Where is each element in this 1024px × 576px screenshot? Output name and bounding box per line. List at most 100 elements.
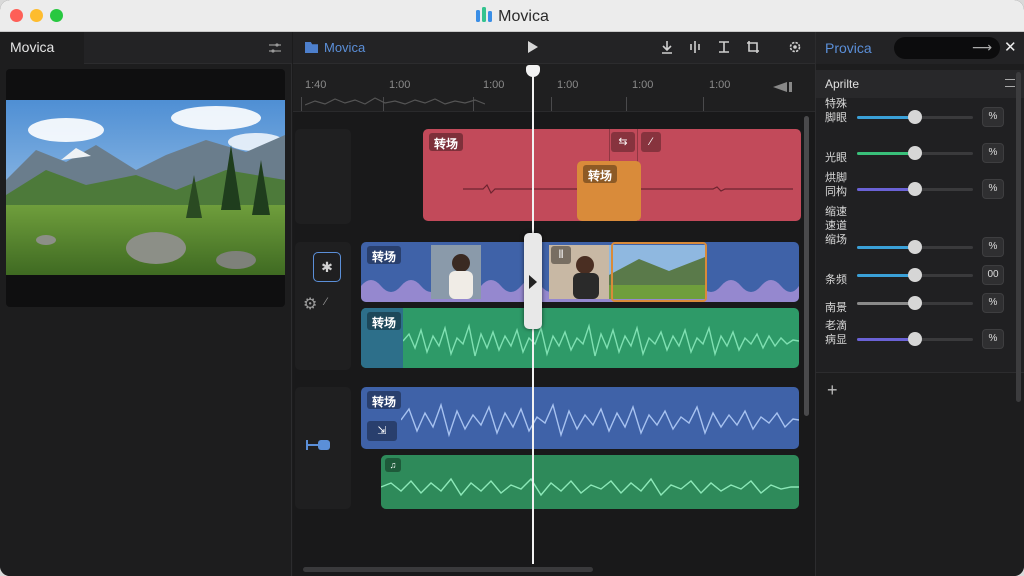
audio-waveform [401,402,799,438]
parameter-list: 特殊 脚眼% 光眼% 烘脚 同构% 缩速 速道 缩场% 条频 00 南景% 老滴 病显% [816,98,1024,372]
parameter-label: 特殊 [825,98,847,110]
ruler-label: 1:00 [632,79,654,91]
slider-fill [857,188,915,191]
unit-toggle-button[interactable]: % [982,329,1004,349]
slider-fill [857,246,915,249]
parameter-label: 速道 [825,220,847,232]
download-icon[interactable] [659,39,675,55]
unit-toggle-button[interactable]: 00 [982,265,1004,285]
clip-effect-icon[interactable]: ⇲ [367,421,397,441]
track-link-icon[interactable]: ⁄ [325,296,327,308]
play-button[interactable] [527,40,539,54]
media-panel-header: Movica [0,32,292,64]
audio-clip-green-2[interactable]: ♫ [381,455,799,509]
ruler-tick [551,97,552,111]
slider-knob[interactable] [908,182,922,196]
playhead-grip-icon [529,275,537,289]
timeline-horizontal-scrollbar[interactable] [303,567,593,572]
ruler-end-icon[interactable] [773,82,797,92]
ruler-tick [301,97,302,111]
track-effects-icon[interactable]: ✱ [313,252,341,282]
slider-knob[interactable] [908,240,922,254]
ruler-label: 1:00 [709,79,731,91]
preview-viewer[interactable] [6,69,285,307]
parameter-slider[interactable] [857,332,973,346]
ruler-tick [703,97,704,111]
track-fader-icon[interactable] [305,437,333,453]
slider-knob[interactable] [908,268,922,282]
clip-audio-icon[interactable]: ⫴ [551,246,571,264]
title-bar: Movica [0,0,1024,32]
audio-clip-green[interactable]: 转场 [361,308,799,368]
gear-icon[interactable] [787,39,803,55]
arrow-right-icon[interactable]: ⟶ [972,39,992,56]
parameter-slider[interactable] [857,240,973,254]
parameter-slider[interactable] [857,110,973,124]
inspector-section-header[interactable]: Aprilte [816,70,1024,98]
parameter-label: 缩场 [825,234,847,246]
crop-icon[interactable] [745,39,761,55]
inspector-title[interactable]: Provica [825,40,872,56]
parameter-label: 脚眼 [825,112,847,124]
keyframe-icon[interactable]: ⁄ [641,132,661,152]
slider-knob[interactable] [908,110,922,124]
audio-clip-blue[interactable]: 转场 ⇲ [361,387,799,449]
unit-toggle-button[interactable]: % [982,293,1004,313]
audio-waveform [403,323,799,357]
ruler-waveform [305,97,485,106]
slider-knob[interactable] [908,146,922,160]
trim-icon[interactable] [716,39,732,55]
window-title: Movica [498,8,549,25]
unit-toggle-button[interactable]: % [982,107,1004,127]
timeline-project[interactable]: Movica [305,40,365,55]
media-panel: Movica [0,32,292,576]
timeline-ruler[interactable]: 1:40 1:00 1:00 1:00 1:00 1:00 [293,64,815,112]
parameter-label: 光眼 [825,152,847,164]
track-header-audio-2[interactable] [295,387,351,509]
parameter-slider[interactable] [857,268,973,282]
section-menu-icon[interactable] [1005,79,1015,87]
slider-knob[interactable] [908,332,922,346]
video-clip[interactable]: 转场 ⫴ [361,242,799,302]
track-settings-icon[interactable]: ⚙ [303,294,317,314]
timeline-title: Movica [324,40,366,55]
add-parameter-button[interactable]: + [827,380,838,401]
ruler-label: 1:00 [557,79,579,91]
slider-fill [857,116,915,119]
track-header-video[interactable]: ✱ ⚙ ⁄ [295,242,351,370]
audio-waveform [381,477,799,497]
track-header-audio-1[interactable] [295,129,351,224]
unit-toggle-button[interactable]: % [982,143,1004,163]
panel-options-icon[interactable] [268,41,282,55]
parameter-slider[interactable] [857,146,973,160]
timeline-vertical-scrollbar[interactable] [804,116,809,416]
video-thumbnail-person [431,245,481,299]
parameter-slider[interactable] [857,296,973,310]
parameter-label: 南景 [825,302,847,314]
folder-icon [305,42,318,53]
unit-toggle-button[interactable]: % [982,179,1004,199]
parameter-slider[interactable] [857,182,973,196]
timeline-toolbar: Movica [293,32,815,64]
clip-label: 转场 [367,391,402,409]
ruler-tick [626,97,627,111]
parameter-label: 烘脚 [825,172,847,184]
ruler-label: 1:00 [389,79,411,91]
split-icon[interactable] [687,39,703,55]
slider-fill [857,338,915,341]
inspector-section-title: Aprilte [825,77,860,91]
transition-icon[interactable]: ⇆ [611,132,635,152]
clip-label: 转场 [429,133,464,151]
close-icon[interactable]: ✕ [1004,38,1017,56]
slider-fill [857,302,915,305]
slider-knob[interactable] [908,296,922,310]
clip-label: 转场 [367,312,402,330]
playhead-grip[interactable] [524,233,542,329]
clip-label: 转场 [583,165,618,183]
media-tab[interactable]: Movica [0,32,84,64]
app-logo-icon [476,7,493,22]
parameter-label: 同构 [825,186,847,198]
unit-toggle-button[interactable]: % [982,237,1004,257]
inspector-scrollbar[interactable] [1016,72,1021,402]
transition-clip-orange[interactable]: 转场 [577,161,641,221]
